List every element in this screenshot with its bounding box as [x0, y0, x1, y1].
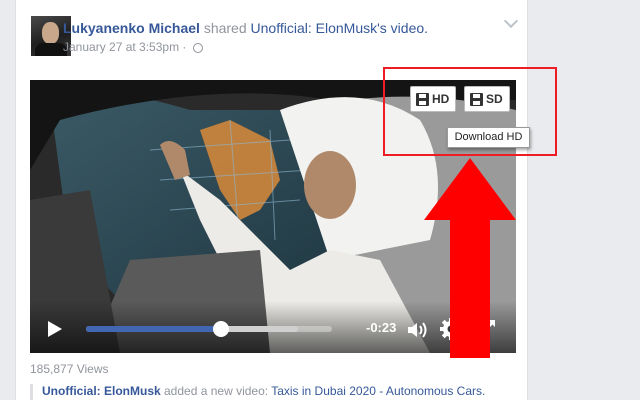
avatar-face	[42, 22, 59, 44]
play-icon[interactable]	[48, 321, 62, 337]
timestamp-link[interactable]: January 27 at 3:53pm ·	[63, 40, 190, 54]
shared-video-title-link[interactable]: Taxis in Dubai 2020 - Autonomous Cars.	[271, 384, 485, 398]
shared-action-text: added a new video:	[160, 384, 272, 398]
view-count: 185,877 Views	[30, 362, 109, 376]
download-tooltip: Download HD	[447, 127, 530, 148]
shared-text: shared	[199, 20, 251, 36]
source-suffix: 's video.	[377, 20, 429, 36]
globe-icon	[192, 42, 203, 53]
shared-author-link[interactable]: Unofficial: ElonMusk	[42, 384, 161, 398]
shared-post-attribution: Unofficial: ElonMusk added a new video: …	[30, 384, 510, 400]
progress-fill	[86, 326, 222, 332]
post-header: Lukyanenko Michael shared Unofficial: El…	[63, 20, 428, 36]
progress-bar[interactable]	[86, 321, 332, 337]
time-remaining: -0:23	[366, 320, 397, 335]
source-page-link[interactable]: Unofficial: ElonMusk	[251, 20, 378, 36]
progress-handle[interactable]	[213, 321, 230, 337]
annotation-arrow	[424, 158, 516, 358]
post-timestamp: January 27 at 3:53pm ·	[63, 40, 203, 54]
author-link[interactable]: Lukyanenko Michael	[63, 20, 200, 36]
chevron-down-icon[interactable]	[503, 13, 519, 29]
